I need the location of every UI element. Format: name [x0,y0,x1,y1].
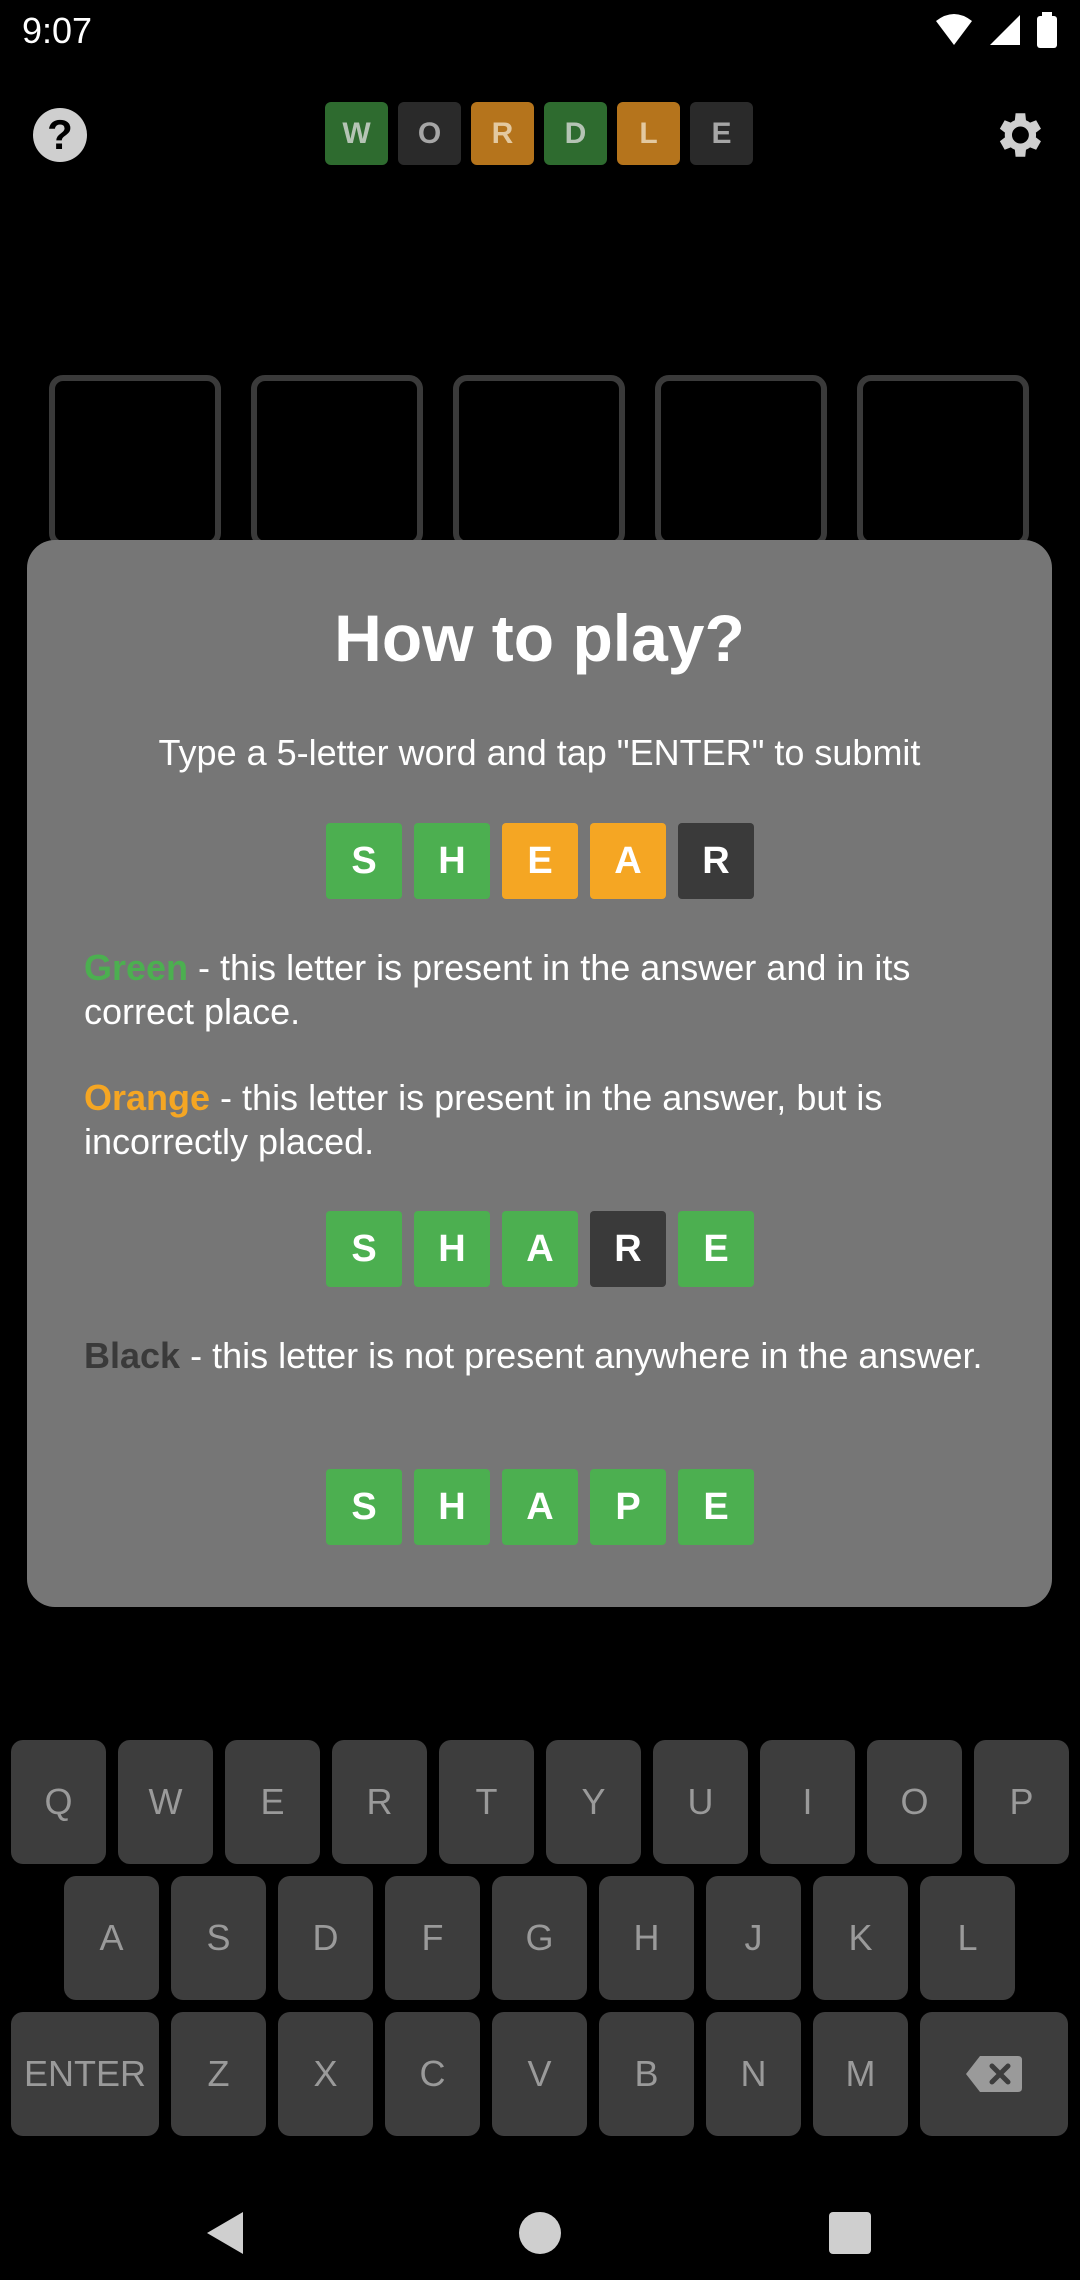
how-to-play-dialog[interactable]: How to play? Type a 5-letter word and ta… [27,540,1052,1607]
game-board [49,375,1029,547]
help-button[interactable]: ? [33,108,87,162]
settings-button[interactable] [989,106,1047,164]
key[interactable]: F [385,1876,480,2000]
example-tile: A [502,1469,578,1545]
key[interactable]: O [867,1740,962,1864]
key[interactable]: G [492,1876,587,2000]
example-word-share: S H A R E [326,1211,754,1287]
logo-tile: O [398,102,461,165]
example-tile: R [590,1211,666,1287]
key[interactable]: X [278,2012,373,2136]
example-tile: S [326,1469,402,1545]
key[interactable]: Q [11,1740,106,1864]
example-tile: H [414,1211,490,1287]
wordle-logo: W O R D L E [325,102,753,165]
status-bar: 9:07 [0,0,1080,66]
board-cell [857,375,1029,547]
gear-icon [999,113,1041,157]
key[interactable]: L [920,1876,1015,2000]
dialog-title: How to play? [334,601,745,675]
key[interactable]: B [599,2012,694,2136]
key[interactable]: U [653,1740,748,1864]
board-cell [655,375,827,547]
board-cell [251,375,423,547]
example-word-shear: S H E A R [326,823,754,899]
logo-tile: W [325,102,388,165]
key[interactable]: M [813,2012,908,2136]
wifi-icon [936,14,972,45]
recents-icon[interactable] [829,2212,871,2254]
example-word-shape: S H A P E [326,1469,754,1545]
key[interactable]: S [171,1876,266,2000]
battery-icon [1037,12,1057,48]
example-tile: P [590,1469,666,1545]
status-time: 9:07 [22,10,93,51]
green-explanation: Green - this letter is present in the an… [84,946,1004,1034]
example-tile: S [326,823,402,899]
backspace-key[interactable] [920,2012,1068,2136]
key[interactable]: P [974,1740,1069,1864]
keyboard-row-3: ENTER Z X C V B N M [11,2012,1068,2136]
green-text: - this letter is present in the answer a… [84,947,911,1032]
key[interactable]: T [439,1740,534,1864]
status-icons [934,12,1058,48]
key[interactable]: V [492,2012,587,2136]
board-cell [453,375,625,547]
key[interactable]: Z [171,2012,266,2136]
key[interactable]: I [760,1740,855,1864]
logo-tile: E [690,102,753,165]
system-navigation-bar [0,2180,1080,2280]
logo-tile: L [617,102,680,165]
example-tile: A [590,823,666,899]
example-tile: R [678,823,754,899]
help-icon: ? [47,111,73,158]
example-tile: H [414,823,490,899]
example-tile: E [678,1211,754,1287]
key[interactable]: R [332,1740,427,1864]
key[interactable]: W [118,1740,213,1864]
home-icon[interactable] [519,2212,561,2254]
example-tile: E [678,1469,754,1545]
logo-tile: D [544,102,607,165]
keyboard-row-2: A S D F G H J K L [64,1876,1015,2000]
enter-key[interactable]: ENTER [11,2012,159,2136]
key[interactable]: N [706,2012,801,2136]
dialog-subtitle: Type a 5-letter word and tap "ENTER" to … [158,732,921,773]
logo-tile: R [471,102,534,165]
key[interactable]: E [225,1740,320,1864]
backspace-icon [966,2056,1022,2092]
signal-icon [990,15,1020,45]
orange-explanation: Orange - this letter is present in the a… [84,1076,1004,1164]
black-keyword: Black [84,1335,181,1376]
board-cell [49,375,221,547]
green-keyword: Green [84,947,189,988]
keyboard-row-1: Q W E R T Y U I O P [11,1740,1069,1864]
back-icon[interactable] [205,2210,245,2256]
key[interactable]: D [278,1876,373,2000]
app-header: ? W O R D L E [0,90,1080,180]
example-tile: E [502,823,578,899]
key[interactable]: C [385,2012,480,2136]
orange-keyword: Orange [84,1077,211,1118]
key[interactable]: J [706,1876,801,2000]
example-tile: A [502,1211,578,1287]
key[interactable]: K [813,1876,908,2000]
key[interactable]: H [599,1876,694,2000]
example-tile: H [414,1469,490,1545]
key[interactable]: Y [546,1740,641,1864]
example-tile: S [326,1211,402,1287]
key[interactable]: A [64,1876,159,2000]
black-explanation: Black - this letter is not present anywh… [84,1334,1004,1378]
black-text: - this letter is not present anywhere in… [180,1335,983,1376]
